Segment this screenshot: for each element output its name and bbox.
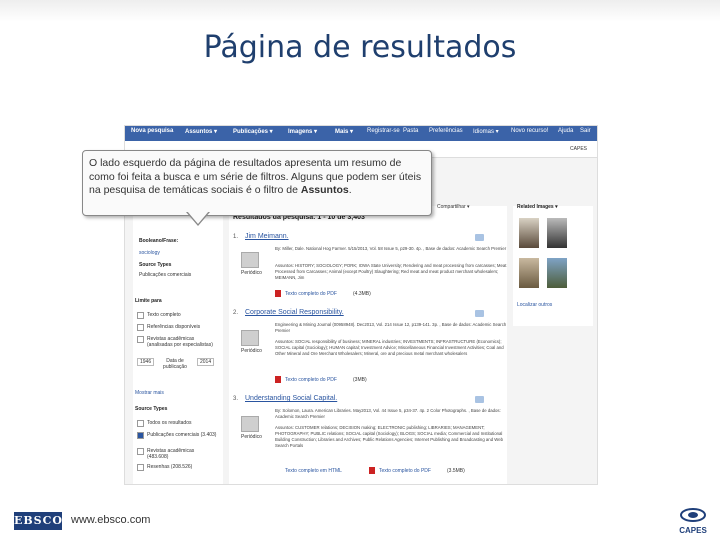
pdf-icon: [369, 467, 375, 474]
result-meta: By: Miller, Dale. National Hog Farmer. 5…: [275, 246, 507, 251]
result-number: 1.: [233, 234, 239, 240]
top-navbar: Nova pesquisa Assuntos ▾ Publicações ▾ I…: [125, 126, 597, 141]
show-more-link[interactable]: Mostrar mais: [135, 390, 164, 396]
nav-exit[interactable]: Sair: [580, 128, 591, 134]
nav-subjects[interactable]: Assuntos ▾: [185, 128, 217, 135]
related-photo[interactable]: [519, 218, 539, 248]
limit-fulltext-checkbox[interactable]: [137, 312, 144, 319]
pdf-size: (3MB): [353, 377, 367, 383]
pdf-size: (3.5MB): [447, 468, 465, 474]
date-label: Data de publicação: [163, 358, 187, 370]
type-reviews-label: Resenhas (208.526): [147, 464, 193, 470]
nav-languages[interactable]: Idiomas ▾: [473, 128, 499, 135]
type-academic-label: Revistas acadêmicas (483.608): [147, 448, 195, 460]
source-types-label: Source Types: [139, 262, 172, 268]
capes-logo: CAPES: [679, 508, 707, 535]
result-subjects: Assuntos: HISTORY; SOCIOLOGY; PORK; IOWA…: [275, 263, 507, 280]
folder-icon[interactable]: [475, 396, 484, 403]
nav-folder[interactable]: Pasta: [403, 128, 418, 134]
limit-references-checkbox[interactable]: [137, 324, 144, 331]
limit-heading: Limite para: [135, 298, 162, 304]
source-types-heading: Source Types: [135, 406, 168, 412]
nav-publications[interactable]: Publicações ▾: [233, 128, 273, 135]
limit-peer-reviewed-checkbox[interactable]: [137, 336, 144, 343]
slide-title: Página de resultados: [203, 30, 517, 65]
callout-text: O lado esquerdo da página de resultados …: [89, 157, 422, 196]
capes-logo-text: CAPES: [679, 526, 707, 535]
result-type: Periódico: [241, 434, 262, 440]
type-all-checkbox[interactable]: [137, 420, 144, 427]
periodical-icon: [241, 416, 259, 432]
date-to-input[interactable]: 2014: [197, 358, 215, 366]
query-value[interactable]: sociology: [139, 250, 160, 256]
results-list: Resultados da pesquisa: 1 - 10 de 3,403 …: [229, 204, 507, 484]
limit-references-label: Referências disponíveis: [147, 324, 201, 330]
nav-new-search[interactable]: Nova pesquisa: [131, 128, 173, 134]
type-trade-label: Publicações comerciais (3.403): [147, 432, 217, 438]
callout-box: O lado esquerdo da página de resultados …: [82, 150, 432, 216]
result-subjects: Assuntos: SOCIAL responsibility of busin…: [275, 339, 504, 356]
find-more-link[interactable]: Localizar outros: [517, 302, 552, 308]
date-from-input[interactable]: 1946: [137, 358, 155, 366]
result-type: Periódico: [241, 348, 262, 354]
related-photo[interactable]: [519, 258, 539, 288]
related-photo[interactable]: [547, 258, 567, 288]
result-type: Periódico: [241, 270, 262, 276]
result-title[interactable]: Understanding Social Capital.: [245, 395, 337, 402]
limit-peer-reviewed-label: Revistas acadêmicas (analisadas por espe…: [147, 336, 213, 348]
result-meta: By: Solomon, Laura. American Libraries. …: [275, 408, 501, 419]
result-meta: Engineering & Mining Journal (00958948).…: [275, 322, 507, 333]
result-title[interactable]: Corporate Social Responsibility.: [245, 309, 344, 316]
pdf-size: (4.3MB): [353, 291, 371, 297]
callout-emphasis: Assuntos: [300, 184, 349, 196]
periodical-icon: [241, 252, 259, 268]
html-link[interactable]: Texto completo em HTML: [285, 468, 342, 474]
pdf-link[interactable]: Texto completo do PDF: [285, 291, 337, 297]
footer-url[interactable]: www.ebsco.com: [71, 514, 150, 526]
institution-label: CAPES: [570, 146, 587, 152]
nav-new-feature[interactable]: Novo recurso!: [511, 128, 548, 134]
nav-preferences[interactable]: Preferências: [429, 128, 463, 134]
pdf-link[interactable]: Texto completo do PDF: [379, 468, 431, 474]
source-types-value: Publicações comerciais: [139, 272, 192, 278]
nav-sign-in[interactable]: Registrar-se: [367, 128, 400, 134]
folder-icon[interactable]: [475, 234, 484, 241]
left-filters-panel: Booleano/Frase: sociology Source Types P…: [133, 206, 223, 484]
periodical-icon: [241, 330, 259, 346]
nav-help[interactable]: Ajuda: [558, 128, 573, 134]
result-number: 2.: [233, 310, 239, 316]
type-reviews-checkbox[interactable]: [137, 464, 144, 471]
result-number: 3.: [233, 396, 239, 402]
type-academic-checkbox[interactable]: [137, 448, 144, 455]
result-subjects: Assuntos: CUSTOMER relations; DECISION m…: [275, 425, 504, 448]
type-all-label: Todos os resultados: [147, 420, 192, 426]
ebsco-logo: EBSCO: [14, 512, 62, 530]
result-title[interactable]: Jim Meimann.: [245, 233, 289, 240]
callout-pointer-fill: [187, 211, 209, 224]
pdf-icon: [275, 290, 281, 297]
related-images-heading[interactable]: Related Images ▾: [517, 204, 558, 210]
pdf-icon: [275, 376, 281, 383]
folder-icon[interactable]: [475, 310, 484, 317]
share-button[interactable]: Compartilhar ▾: [437, 204, 470, 210]
related-photo[interactable]: [547, 218, 567, 248]
limit-fulltext-label: Texto completo: [147, 312, 181, 318]
nav-more[interactable]: Mais ▾: [335, 128, 353, 135]
pdf-link[interactable]: Texto completo do PDF: [285, 377, 337, 383]
type-trade-checkbox[interactable]: [137, 432, 144, 439]
nav-images[interactable]: Imagens ▾: [288, 128, 317, 135]
query-label: Booleano/Frase:: [139, 238, 179, 244]
slide-top-band: [0, 0, 720, 22]
related-images-panel: Related Images ▾ Localizar outros: [513, 204, 593, 326]
